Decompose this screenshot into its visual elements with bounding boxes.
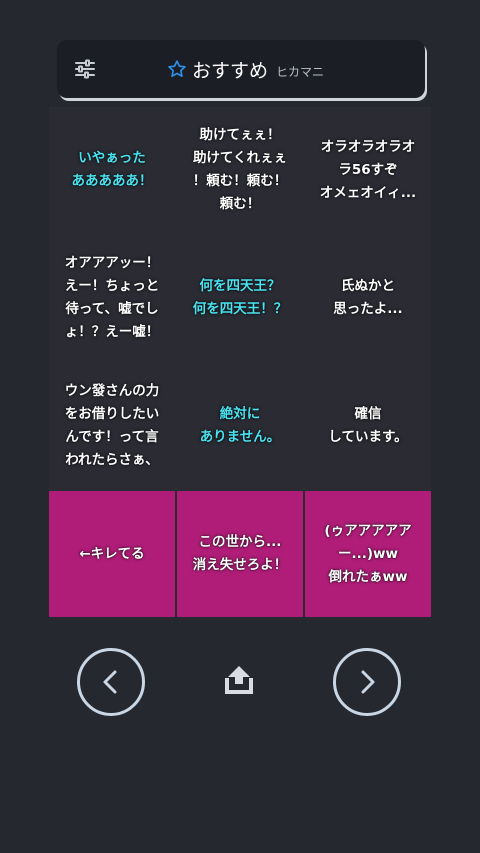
- header-bar: おすすめ ヒカマニ: [57, 40, 425, 98]
- quote-tile[interactable]: 何を四天王？ 何を四天王！？: [177, 235, 303, 361]
- tile-grid: いやぁった あああああ！ 助けてぇぇ！ 助けてくれぇぇ ！頼む！頼む！ 頼む！ オラ…: [49, 107, 431, 617]
- quote-tile[interactable]: オラオラオラオ ラ56すぞ オメェオイィ...: [305, 107, 431, 233]
- quote-grid: いやぁった あああああ！ 助けてぇぇ！ 助けてくれぇぇ ！頼む！頼む！ 頼む！ オラ…: [49, 107, 431, 617]
- quote-tile[interactable]: オアアアッー！ えー！ちょっと 待って、嘘でし ょ！？えー嘘！: [49, 235, 175, 361]
- previous-button[interactable]: [77, 648, 145, 716]
- quote-tile[interactable]: 確信 しています。: [305, 363, 431, 489]
- quote-tile[interactable]: 助けてぇぇ！ 助けてくれぇぇ ！頼む！頼む！ 頼む！: [177, 107, 303, 233]
- quote-tile[interactable]: ←キレてる: [49, 491, 175, 617]
- page-subtitle: ヒカマニ: [276, 64, 325, 79]
- quote-tile[interactable]: この世から... 消え失せろよ！: [177, 491, 303, 617]
- quote-tile[interactable]: 氏ぬかと 思ったよ...: [305, 235, 431, 361]
- share-upload-icon[interactable]: [220, 662, 258, 698]
- page-title: おすすめ: [192, 59, 269, 82]
- chevron-right-icon: [361, 670, 375, 694]
- chevron-left-icon: [103, 670, 117, 694]
- next-button[interactable]: [333, 648, 401, 716]
- header-title-group[interactable]: おすすめ ヒカマニ: [167, 40, 324, 98]
- quote-tile[interactable]: ウン發さんの力 をお借りしたい んです！って言 われたらさぁ、: [49, 363, 175, 489]
- quote-tile[interactable]: 絶対に ありません。: [177, 363, 303, 489]
- tune-icon[interactable]: [73, 57, 97, 81]
- star-outline-icon: [167, 59, 187, 79]
- quote-tile[interactable]: いやぁった あああああ！: [49, 107, 175, 233]
- quote-tile[interactable]: (ゥアアアアア ー...)ww 倒れたぁww: [305, 491, 431, 617]
